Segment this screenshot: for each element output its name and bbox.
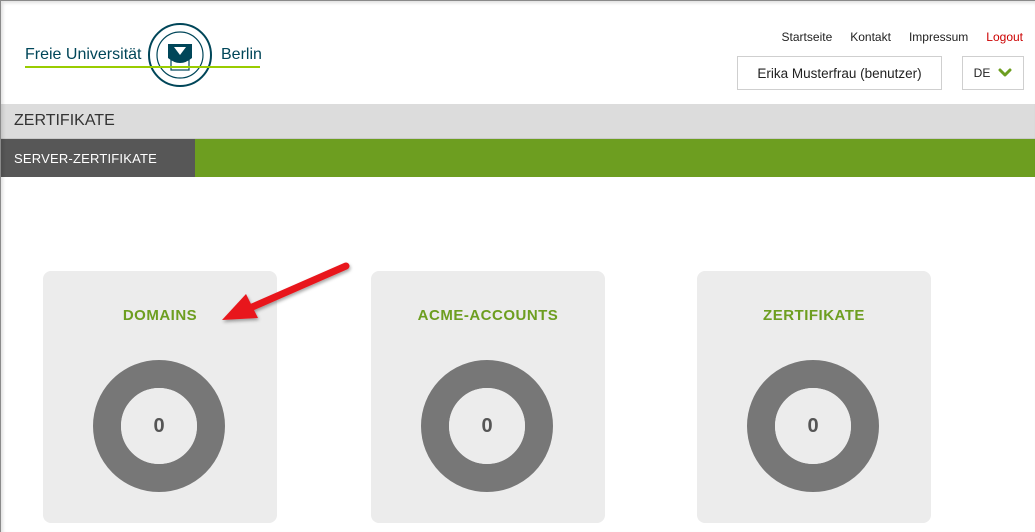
- language-select[interactable]: DE: [962, 56, 1024, 90]
- main-nav: SERVER-ZERTIFIKATE: [0, 139, 1035, 177]
- chevron-down-icon: [998, 68, 1012, 77]
- top-links: Startseite Kontakt Impressum Logout: [782, 30, 1023, 44]
- user-name: Erika Musterfrau (benutzer): [757, 65, 922, 81]
- link-logout[interactable]: Logout: [986, 30, 1023, 44]
- link-startseite[interactable]: Startseite: [782, 30, 833, 44]
- card-zertifikate[interactable]: ZERTIFIKATE 0: [697, 271, 931, 523]
- page-header: Freie Universität Berlin Startseite Kont…: [0, 0, 1035, 104]
- card-title: ZERTIFIKATE: [763, 307, 865, 324]
- tab-label: SERVER-ZERTIFIKATE: [14, 150, 158, 166]
- annotation-arrow-icon: [222, 262, 350, 320]
- university-seal-icon: [148, 23, 212, 87]
- page-title: ZERTIFIKATE: [14, 112, 115, 129]
- card-count: 0: [153, 414, 165, 437]
- user-menu-button[interactable]: Erika Musterfrau (benutzer): [737, 56, 942, 90]
- card-count: 0: [481, 414, 493, 437]
- link-impressum[interactable]: Impressum: [909, 30, 968, 44]
- university-logo[interactable]: Freie Universität Berlin: [25, 22, 265, 92]
- language-value: DE: [973, 66, 991, 80]
- card-acme-accounts[interactable]: ACME-ACCOUNTS 0: [371, 271, 605, 523]
- link-kontakt[interactable]: Kontakt: [850, 30, 891, 44]
- tab-server-zertifikate[interactable]: SERVER-ZERTIFIKATE: [0, 139, 195, 177]
- card-count: 0: [807, 414, 819, 437]
- page-title-bar: ZERTIFIKATE: [0, 104, 1035, 139]
- logo-text-left: Freie Universität: [25, 46, 142, 63]
- card-title: ACME-ACCOUNTS: [417, 307, 559, 324]
- logo-text-right: Berlin: [221, 46, 262, 63]
- logo-underline: [25, 66, 260, 68]
